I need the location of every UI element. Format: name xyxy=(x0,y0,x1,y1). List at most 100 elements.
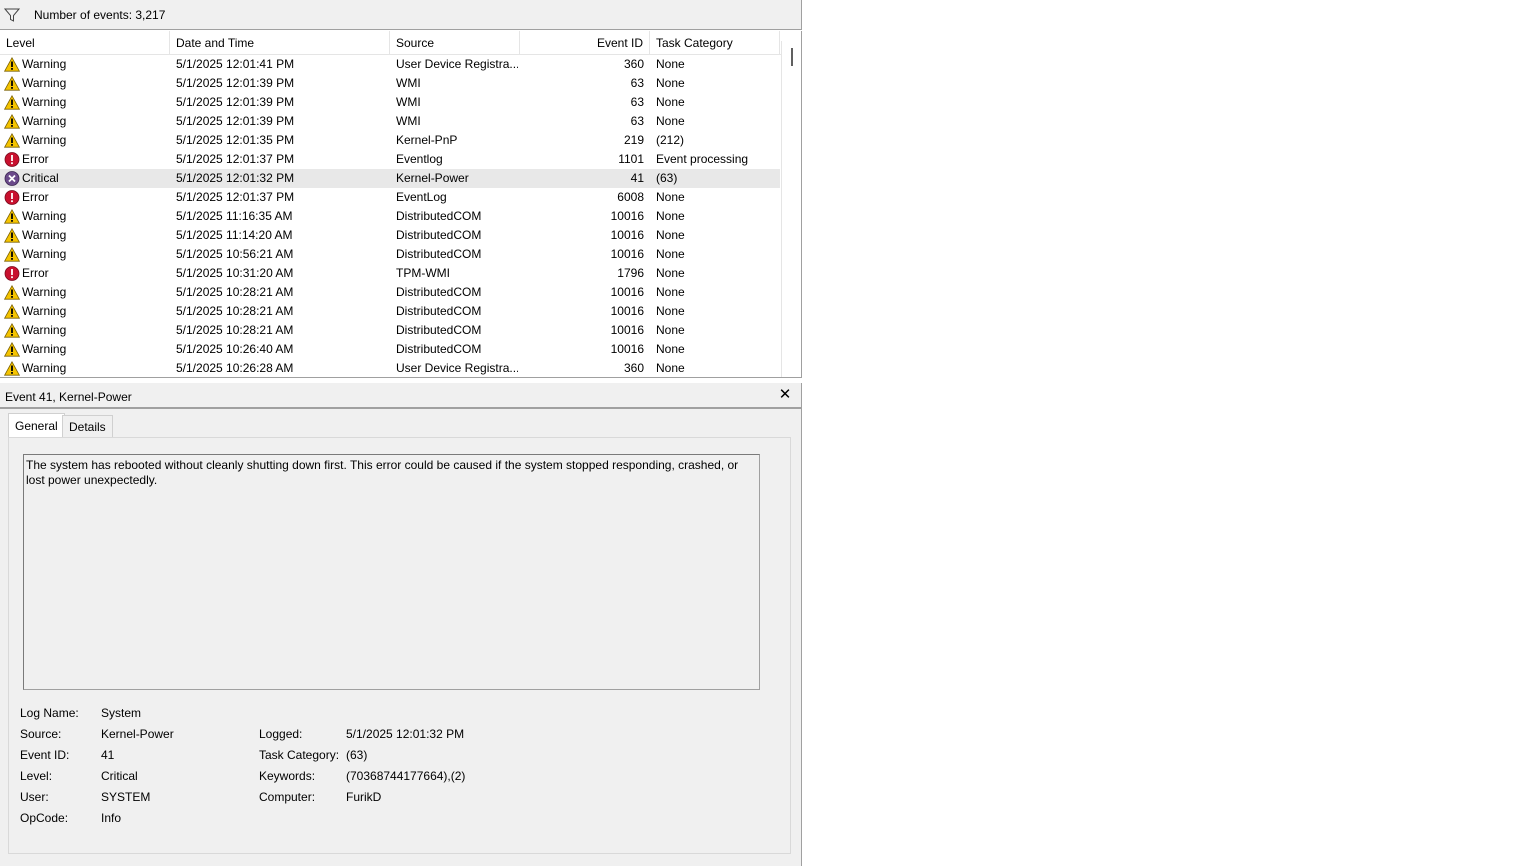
detail-separator xyxy=(0,407,801,409)
row-source: Kernel-PnP xyxy=(396,133,458,147)
row-datetime: 5/1/2025 10:26:28 AM xyxy=(176,361,294,375)
row-task-category: None xyxy=(656,323,685,337)
tab-details[interactable]: Details xyxy=(62,415,113,437)
row-event-id: 219 xyxy=(623,133,644,147)
column-header-event-id[interactable]: Event ID xyxy=(520,31,650,55)
table-row[interactable]: Warning 5/1/2025 11:14:20 AM DistributedCO… xyxy=(0,226,780,245)
log-name-label: Log Name: xyxy=(20,706,79,720)
row-level: Warning xyxy=(22,361,67,375)
table-row[interactable]: Warning 5/1/2025 10:56:21 AM DistributedCO… xyxy=(0,245,780,264)
table-row[interactable]: Warning 5/1/2025 12:01:35 PM Kernel-PnP 219… xyxy=(0,131,780,150)
keywords-value: (70368744177664),(2) xyxy=(346,769,466,783)
warning-icon xyxy=(3,75,21,91)
table-row[interactable]: Error 5/1/2025 12:01:37 PM Eventlog 1101 Eve… xyxy=(0,150,780,169)
logged-label: Logged: xyxy=(259,727,303,741)
row-task-category: None xyxy=(656,114,685,128)
row-event-id: 10016 xyxy=(610,209,644,223)
source-value: Kernel-Power xyxy=(101,727,174,741)
table-row[interactable]: Warning 5/1/2025 10:28:21 AM DistributedCO… xyxy=(0,283,780,302)
row-source: DistributedCOM xyxy=(396,304,482,318)
column-header-task-category[interactable]: Task Category xyxy=(650,31,780,55)
error-icon xyxy=(4,152,20,167)
table-row[interactable]: Warning 5/1/2025 10:26:28 AM User Device R… xyxy=(0,359,780,377)
row-level: Error xyxy=(22,190,49,204)
row-level: Warning xyxy=(22,95,67,109)
critical-icon xyxy=(4,171,20,186)
table-row[interactable]: Error 5/1/2025 10:31:20 AM TPM-WMI 1796 None xyxy=(0,264,780,283)
row-datetime: 5/1/2025 12:01:37 PM xyxy=(176,152,295,166)
row-datetime: 5/1/2025 12:01:39 PM xyxy=(176,95,295,109)
vertical-scrollbar[interactable] xyxy=(781,41,801,377)
row-level: Error xyxy=(22,152,49,166)
close-icon[interactable]: ✕ xyxy=(778,387,792,402)
table-row[interactable]: Warning 5/1/2025 12:01:39 PM WMI 63 None xyxy=(0,74,780,93)
row-event-id: 10016 xyxy=(610,247,644,261)
level-label: Level: xyxy=(20,769,53,783)
error-icon xyxy=(4,190,20,205)
row-level: Warning xyxy=(22,209,67,223)
table-row[interactable]: Warning 5/1/2025 11:16:35 AM DistributedCO… xyxy=(0,207,780,226)
warning-icon xyxy=(3,227,21,243)
row-task-category: None xyxy=(656,76,685,90)
table-row[interactable]: Warning 5/1/2025 10:28:21 AM DistributedCO… xyxy=(0,302,780,321)
event-count-label: Number of events: 3,217 xyxy=(34,8,166,22)
row-event-id: 6008 xyxy=(617,190,644,204)
table-row[interactable]: Warning 5/1/2025 12:01:39 PM WMI 63 None xyxy=(0,112,780,131)
scrollbar-thumb[interactable] xyxy=(791,48,793,66)
warning-icon xyxy=(3,322,21,338)
row-level: Warning xyxy=(22,304,67,318)
event-id-label: Event ID: xyxy=(20,748,70,762)
list-header: Level Date and Time Source Event ID Task… xyxy=(0,31,801,55)
row-task-category: None xyxy=(656,266,685,280)
warning-icon xyxy=(3,113,21,129)
row-datetime: 5/1/2025 12:01:37 PM xyxy=(176,190,295,204)
table-row[interactable]: Critical 5/1/2025 12:01:32 PM Kernel-Power… xyxy=(0,169,780,188)
row-source: DistributedCOM xyxy=(396,247,482,261)
row-task-category: None xyxy=(656,209,685,223)
table-row[interactable]: Warning 5/1/2025 10:26:40 AM DistributedCO… xyxy=(0,340,780,359)
row-source: EventLog xyxy=(396,190,447,204)
user-value: SYSTEM xyxy=(101,790,151,804)
table-row[interactable]: Warning 5/1/2025 10:28:21 AM DistributedCO… xyxy=(0,321,780,340)
level-value: Critical xyxy=(101,769,138,783)
table-row[interactable]: Warning 5/1/2025 12:01:39 PM WMI 63 None xyxy=(0,93,780,112)
opcode-value: Info xyxy=(101,811,122,825)
row-source: User Device Registra... xyxy=(396,361,518,375)
row-source: User Device Registra... xyxy=(396,57,518,71)
user-label: User: xyxy=(20,790,49,804)
row-datetime: 5/1/2025 12:01:41 PM xyxy=(176,57,295,71)
row-source: WMI xyxy=(396,114,421,128)
table-row[interactable]: Warning 5/1/2025 12:01:41 PM User Device R… xyxy=(0,55,780,74)
warning-icon xyxy=(3,246,21,262)
column-header-source[interactable]: Source xyxy=(390,31,520,55)
row-source: WMI xyxy=(396,76,421,90)
row-task-category: None xyxy=(656,361,685,375)
filter-bar: Number of events: 3,217 xyxy=(0,0,802,30)
detail-title: Event 41, Kernel-Power xyxy=(5,390,132,404)
event-list[interactable]: Level Date and Time Source Event ID Task… xyxy=(0,31,802,378)
row-event-id: 360 xyxy=(623,361,644,375)
event-description[interactable]: The system has rebooted without cleanly … xyxy=(23,454,760,690)
row-source: TPM-WMI xyxy=(396,266,450,280)
row-event-id: 41 xyxy=(630,171,644,185)
row-event-id: 63 xyxy=(630,114,644,128)
warning-icon xyxy=(3,284,21,300)
row-task-category: None xyxy=(656,228,685,242)
filter-funnel-icon[interactable] xyxy=(4,7,20,23)
table-row[interactable]: Error 5/1/2025 12:01:37 PM EventLog 6008 Non… xyxy=(0,188,780,207)
row-task-category: None xyxy=(656,190,685,204)
row-datetime: 5/1/2025 12:01:39 PM xyxy=(176,76,295,90)
row-event-id: 10016 xyxy=(610,304,644,318)
row-source: Eventlog xyxy=(396,152,443,166)
row-task-category: Event processing xyxy=(656,152,749,166)
row-datetime: 5/1/2025 10:28:21 AM xyxy=(176,304,294,318)
column-header-level[interactable]: Level xyxy=(0,31,170,55)
row-datetime: 5/1/2025 11:14:20 AM xyxy=(176,228,293,242)
row-event-id: 10016 xyxy=(610,285,644,299)
logged-value: 5/1/2025 12:01:32 PM xyxy=(346,727,465,741)
column-header-datetime[interactable]: Date and Time xyxy=(170,31,390,55)
row-level: Warning xyxy=(22,57,67,71)
row-source: DistributedCOM xyxy=(396,209,482,223)
row-task-category: None xyxy=(656,304,685,318)
tab-general[interactable]: General xyxy=(8,413,65,437)
